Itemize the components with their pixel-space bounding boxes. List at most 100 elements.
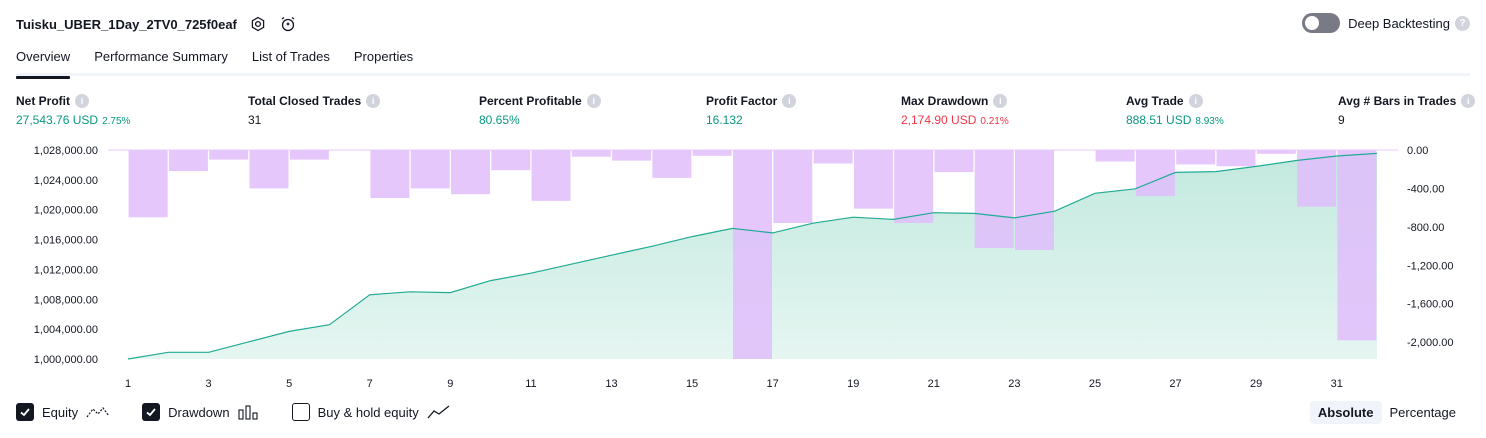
y-left-tick-label: 1,012,000.00: [34, 264, 98, 276]
metric-percent: 0.21%: [980, 116, 1009, 127]
y-right-tick-label: -800.00: [1407, 222, 1444, 234]
metric-value: 2,174.90 USD: [901, 113, 977, 127]
metric-label: Avg Trade: [1126, 94, 1184, 108]
x-tick-label: 17: [767, 378, 779, 390]
drawdown-bar: [974, 150, 1014, 248]
x-tick-label: 5: [286, 378, 292, 390]
alarm-clock-add-icon[interactable]: [279, 15, 297, 33]
x-tick-label: 23: [1008, 378, 1020, 390]
info-icon[interactable]: i: [1461, 94, 1476, 108]
y-right-tick-label: -400.00: [1407, 183, 1444, 195]
tab-list-of-trades[interactable]: List of Trades: [252, 46, 330, 76]
info-icon[interactable]: i: [1188, 94, 1203, 108]
x-tick-label: 25: [1089, 378, 1101, 390]
drawdown-bar: [249, 150, 289, 189]
legend-drawdown-label: Drawdown: [168, 404, 230, 420]
legend-buy-hold-equity[interactable]: Buy & hold equity: [291, 403, 451, 421]
x-tick-label: 1: [125, 378, 131, 390]
info-icon[interactable]: i: [366, 94, 381, 108]
absolute-button[interactable]: Absolute: [1309, 401, 1382, 424]
info-icon[interactable]: i: [782, 94, 797, 108]
x-tick-label: 27: [1169, 378, 1181, 390]
y-left-tick-label: 1,008,000.00: [34, 294, 98, 306]
y-right-tick-label: -1,600.00: [1407, 299, 1453, 311]
y-left-tick-label: 1,000,000.00: [34, 354, 98, 366]
drawdown-bar: [531, 150, 571, 201]
tab-overview[interactable]: Overview: [16, 46, 71, 79]
x-tick-label: 31: [1331, 378, 1343, 390]
x-tick-label: 13: [605, 378, 617, 390]
drawdown-bar: [612, 150, 652, 161]
metric-label: Max Drawdown: [901, 94, 989, 108]
y-left-tick-label: 1,004,000.00: [34, 324, 98, 336]
metric-avg-trade: Avg Trade i 888.51 USD 8.93%: [1126, 93, 1224, 127]
info-icon[interactable]: i: [75, 94, 89, 108]
drawdown-bar: [1176, 150, 1216, 165]
deep-backtesting: Deep Backtesting ?: [1302, 13, 1470, 33]
percentage-button[interactable]: Percentage: [1382, 401, 1465, 424]
buy-hold-checkbox[interactable]: [291, 403, 310, 421]
metric-net-profit: Net Profit i 27,543.76 USD 2.75%: [16, 93, 130, 127]
metric-label: Profit Factor: [706, 94, 778, 108]
metric-percent: 8.93%: [1195, 116, 1224, 127]
info-icon[interactable]: i: [993, 94, 1008, 108]
metric-total-closed-trades: Total Closed Trades i 31: [248, 93, 381, 127]
drawdown-bar: [571, 150, 611, 157]
x-tick-label: 29: [1250, 378, 1262, 390]
drawdown-bar: [289, 150, 329, 160]
x-tick-label: 11: [525, 378, 536, 390]
settings-gear-icon[interactable]: [249, 15, 267, 33]
chart-legend: Equity Drawdown Buy & hold equity: [16, 403, 483, 421]
metric-percent: 2.75%: [102, 116, 131, 127]
deep-backtesting-label: Deep Backtesting: [1348, 15, 1450, 31]
drawdown-bar: [451, 150, 490, 195]
drawdown-bar: [128, 150, 168, 218]
equity-line-icon: [86, 404, 110, 420]
drawdown-bar: [773, 150, 813, 223]
drawdown-bar: [733, 150, 772, 359]
metric-label: Total Closed Trades: [248, 94, 362, 108]
info-icon[interactable]: i: [586, 94, 601, 108]
drawdown-bar: [1015, 150, 1054, 250]
header-bar: Tuisku_UBER_1Day_2TV0_725f0eaf: [16, 12, 297, 36]
y-right-tick-label: -1,200.00: [1407, 260, 1453, 272]
drawdown-bar: [410, 150, 450, 189]
drawdown-bar: [1135, 150, 1175, 197]
metric-value: 80.65%: [479, 113, 520, 127]
help-icon[interactable]: ?: [1455, 15, 1470, 31]
x-tick-label: 9: [447, 378, 453, 390]
drawdown-bar: [1095, 150, 1135, 162]
drawdown-bar: [853, 150, 893, 209]
metric-value: 31: [248, 113, 262, 127]
y-left-tick-label: 1,024,000.00: [34, 175, 98, 187]
drawdown-bar: [692, 150, 732, 156]
legend-equity[interactable]: Equity: [16, 403, 110, 421]
equity-checkbox[interactable]: [16, 403, 34, 421]
y-left-tick-label: 1,028,000.00: [34, 145, 98, 157]
legend-buy-hold-label: Buy & hold equity: [317, 404, 419, 420]
strategy-title: Tuisku_UBER_1Day_2TV0_725f0eaf: [16, 16, 237, 32]
metric-value: 888.51 USD: [1126, 113, 1192, 127]
metric-label: Percent Profitable: [479, 94, 582, 108]
tab-properties[interactable]: Properties: [354, 46, 413, 76]
drawdown-checkbox[interactable]: [142, 403, 161, 421]
x-tick-label: 3: [206, 378, 212, 390]
y-right-tick-label: 0.00: [1407, 145, 1428, 157]
metric-value: 9: [1338, 113, 1345, 127]
tab-performance-summary[interactable]: Performance Summary: [94, 46, 228, 76]
x-tick-label: 7: [367, 378, 373, 390]
metric-value: 27,543.76 USD: [16, 113, 99, 127]
drawdown-bar: [1216, 150, 1256, 167]
drawdown-bar: [209, 150, 249, 160]
drawdown-bars-icon: [238, 404, 260, 420]
toggle-knob: [1305, 16, 1320, 30]
legend-drawdown[interactable]: Drawdown: [142, 403, 259, 421]
x-tick-label: 21: [928, 378, 940, 390]
y-left-tick-label: 1,016,000.00: [34, 235, 98, 247]
display-mode-switch: Absolute Percentage: [1309, 401, 1465, 424]
deep-backtesting-toggle[interactable]: [1302, 13, 1341, 33]
drawdown-bar: [1256, 150, 1296, 154]
drawdown-bar: [813, 150, 853, 164]
drawdown-bar: [934, 150, 974, 173]
metric-label: Avg # Bars in Trades: [1338, 94, 1457, 108]
